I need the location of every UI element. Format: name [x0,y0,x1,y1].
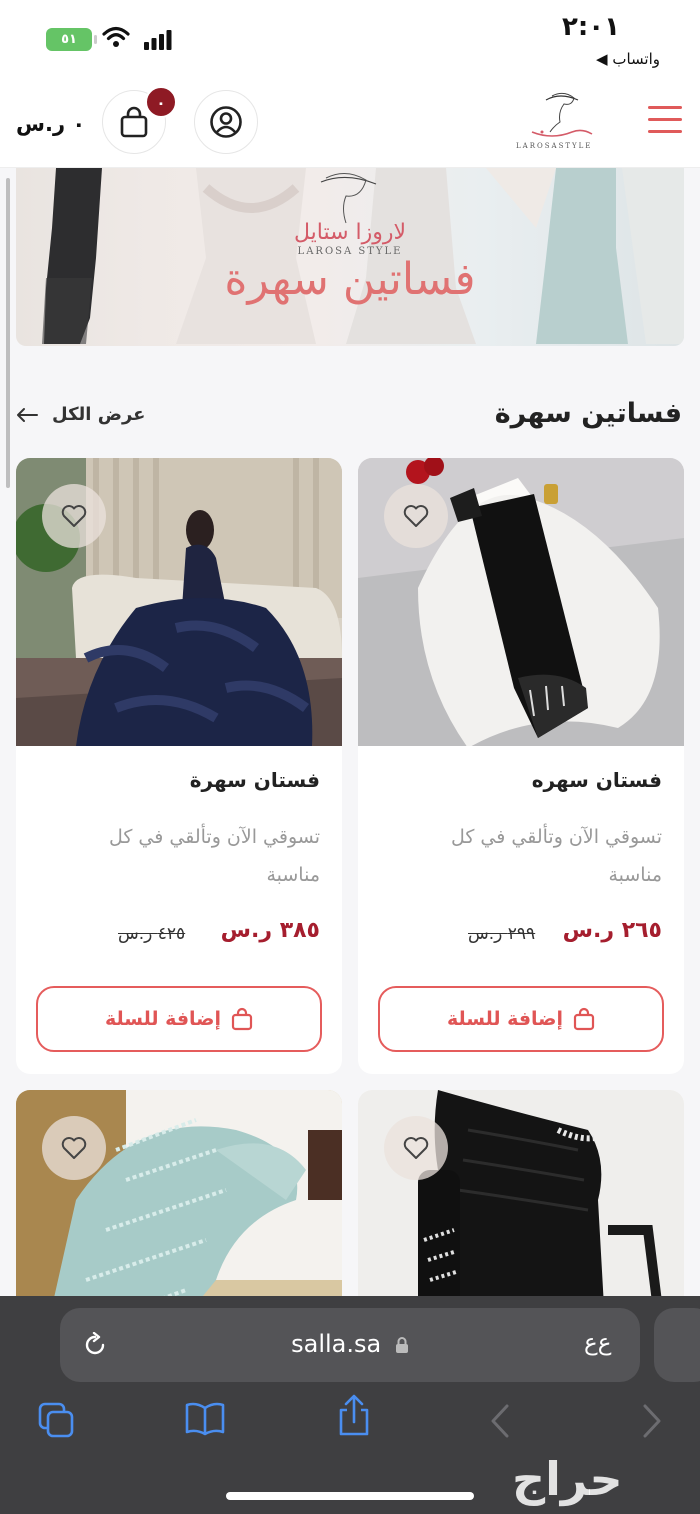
view-all-label: عرض الكل [52,404,146,425]
product-name[interactable]: فستان سهرة [190,768,320,792]
lock-icon [395,1337,408,1353]
wishlist-button[interactable] [384,1116,448,1180]
product-card[interactable]: فستان سهره تسوقي الآن وتألقي في كل مناسب… [358,458,684,1074]
cart-count-badge: ٠ [145,86,177,118]
add-to-cart-button[interactable]: إضافة للسلة [36,986,322,1052]
cart-total[interactable]: ٠ ر.س [16,112,85,136]
bag-icon [573,1007,595,1031]
watermark-logo: حراج [512,1452,623,1506]
back-to-app-link[interactable]: ◀ واتساب [596,50,660,68]
address-bar[interactable]: salla.sa ﻉﻉ [60,1308,640,1382]
battery-icon: ٥١ [46,28,97,51]
product-card[interactable]: فستان سهرة تسوقي الآن وتألقي في كل مناسب… [16,458,342,1074]
bookmarks-icon[interactable] [184,1400,226,1436]
banner-logo-sketch [320,173,377,224]
product-description: تسوقي الآن وتألقي في كل مناسبة [450,826,662,886]
status-bar: ٢:٠١ ◀ واتساب ٥١ [0,0,700,80]
product-card[interactable] [16,1090,342,1310]
bag-icon [231,1007,253,1031]
reader-settings-button[interactable]: ﻉﻉ [584,1330,611,1356]
wishlist-button[interactable] [384,484,448,548]
share-icon[interactable] [336,1394,372,1438]
store-header: ٠ ر.س ٠ LAROSASTYLE [0,80,700,168]
add-to-cart-button[interactable]: إضافة للسلة [378,986,664,1052]
user-icon [210,106,242,138]
product-old-price: ٢٩٩ ر.س [468,924,536,944]
view-all-link[interactable]: عرض الكل [16,404,145,425]
menu-icon[interactable] [648,106,682,134]
product-price: ٢٦٥ ر.س [562,918,662,943]
product-description: تسوقي الآن وتألقي في كل مناسبة [108,826,320,886]
add-to-cart-label: إضافة للسلة [104,1008,222,1030]
bag-icon [120,106,148,138]
category-banner[interactable]: لاروزا ستايل LAROSA STYLE فساتين سهرة [16,168,684,346]
heart-icon [403,1137,429,1159]
home-indicator[interactable] [226,1492,474,1500]
wifi-icon [102,26,130,47]
page-scrollbar[interactable] [6,178,10,488]
heart-icon [403,505,429,527]
heart-icon [61,505,87,527]
tabs-icon[interactable] [36,1400,76,1440]
next-tab-preview[interactable] [654,1308,700,1382]
logo-wordmark: LAROSASTYLE [516,142,593,150]
forward-arrow-icon[interactable] [642,1404,662,1438]
product-card[interactable] [358,1090,684,1310]
arrow-left-icon [17,407,38,422]
heart-icon [61,1137,87,1159]
wishlist-button[interactable] [42,484,106,548]
product-name[interactable]: فستان سهره [532,768,662,792]
section-title: فساتين سهرة [494,398,682,429]
status-time: ٢:٠١ [561,12,620,42]
product-old-price: ٤٢٥ ر.س [118,924,186,944]
add-to-cart-label: إضافة للسلة [446,1008,564,1030]
url-text[interactable]: salla.sa [60,1330,640,1358]
wishlist-button[interactable] [42,1116,106,1180]
back-arrow-icon[interactable] [490,1404,510,1438]
signal-icon [144,30,172,50]
account-button[interactable] [194,90,258,154]
banner-title: فساتين سهرة [224,254,476,305]
product-price: ٣٨٥ ر.س [220,918,320,943]
banner-brand-arabic: لاروزا ستايل [293,220,407,245]
